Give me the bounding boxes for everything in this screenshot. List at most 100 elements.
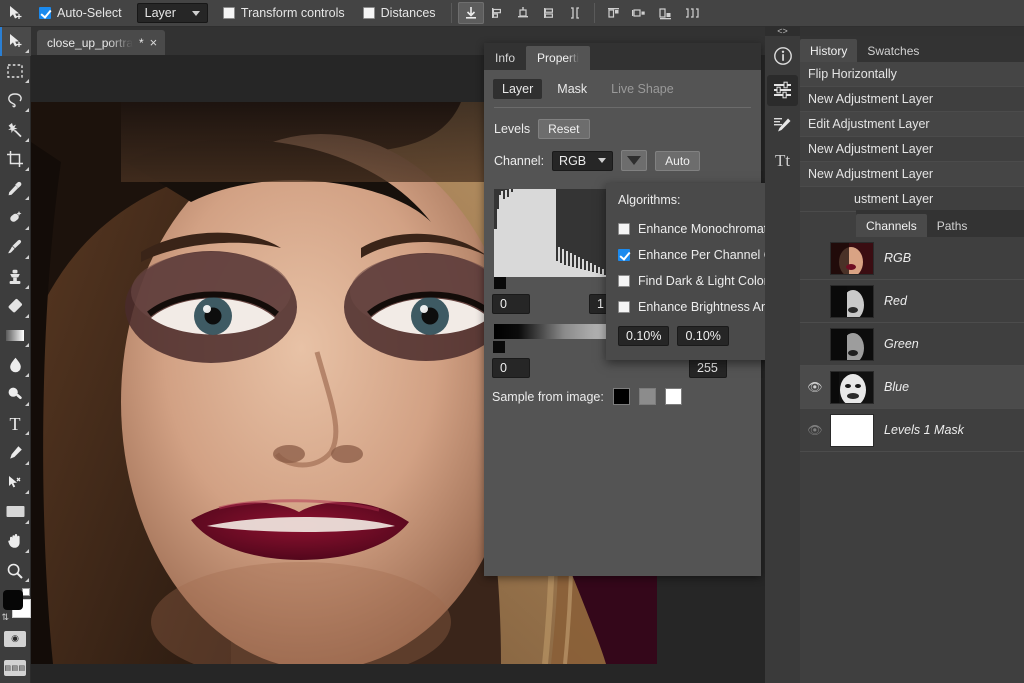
layer-scope-select[interactable]: Layer: [136, 3, 208, 23]
hand-tool[interactable]: [0, 527, 31, 556]
list-item[interactable]: New Adjustment Layer: [800, 162, 1024, 187]
auto-select-checkbox[interactable]: [39, 7, 51, 19]
output-white-field[interactable]: 255: [689, 358, 727, 378]
output-black-value: 0: [492, 358, 530, 378]
lasso-tool[interactable]: [0, 86, 31, 115]
move-tool-icon[interactable]: [0, 0, 30, 27]
align-top-edges-icon[interactable]: [457, 2, 484, 24]
auto-button[interactable]: Auto: [655, 150, 700, 171]
gradient-tool[interactable]: [0, 321, 31, 350]
input-black-field[interactable]: 0: [492, 294, 530, 314]
move-tool[interactable]: [0, 27, 31, 57]
visibility-toggle[interactable]: 👁: [800, 423, 830, 437]
visibility-toggle[interactable]: 👁: [800, 380, 830, 394]
shadow-clip-field[interactable]: 0.10%: [618, 326, 670, 346]
enhance-brightness-contrast-checkbox[interactable]: [618, 301, 630, 313]
distribute-bottom-icon[interactable]: [653, 2, 679, 24]
table-row[interactable]: RGB: [800, 237, 1024, 280]
input-black-stop[interactable]: [494, 277, 506, 289]
close-icon[interactable]: ×: [150, 36, 158, 49]
table-row[interactable]: 👁 Levels 1 Mask: [800, 409, 1024, 452]
sample-gray-point-swatch[interactable]: [638, 388, 656, 405]
distances-checkbox[interactable]: [362, 7, 375, 19]
properties-sub-tabs: Layer Mask Live Shape: [484, 70, 761, 99]
sub-tab-mask[interactable]: Mask: [548, 79, 596, 99]
rectangle-tool[interactable]: [0, 497, 31, 526]
options-bar: Auto-Select Layer Transform controls Dis…: [0, 0, 1024, 27]
zoom-tool[interactable]: [0, 556, 31, 585]
output-black-stop[interactable]: [493, 341, 505, 353]
list-item[interactable]: ustment Layer: [800, 187, 1024, 212]
list-item[interactable]: Flip Horizontally: [800, 62, 1024, 87]
distribute-horizontal-icon[interactable]: [562, 2, 588, 24]
info-icon[interactable]: [767, 40, 798, 71]
foreground-color-swatch[interactable]: [2, 590, 23, 611]
eyedropper-tool[interactable]: [0, 174, 31, 203]
highlight-clip-field[interactable]: 0.10%: [677, 326, 729, 346]
default-colors-icon[interactable]: [21, 588, 30, 597]
align-bottom-edges-icon[interactable]: [510, 2, 536, 24]
clone-stamp-tool[interactable]: [0, 262, 31, 291]
document-tab[interactable]: close_up_portra * ×: [37, 30, 166, 55]
distribute-vertical-centers-icon[interactable]: [627, 2, 653, 24]
distribute-top-icon[interactable]: [601, 2, 627, 24]
output-black-field[interactable]: 0: [492, 358, 530, 378]
properties-divider: [494, 107, 751, 108]
brush-tool[interactable]: [0, 233, 31, 262]
align-left-edges-icon[interactable]: [536, 2, 562, 24]
enhance-monochromatic-contrast-checkbox[interactable]: [618, 223, 630, 235]
healing-brush-tool[interactable]: [0, 203, 31, 232]
tab-channels[interactable]: Channels: [856, 214, 927, 237]
channels-list[interactable]: RGB Red Green 👁 Blue 👁 Levels 1 Mask: [800, 237, 1024, 477]
panel-collapse-handle[interactable]: <>: [765, 26, 800, 36]
chevron-down-icon: [191, 10, 200, 16]
history-item-label: ustment Layer: [854, 192, 934, 206]
swap-colors-icon[interactable]: ⇅: [2, 612, 10, 623]
transform-controls-checkbox[interactable]: [222, 7, 235, 19]
distribute-spacing-icon[interactable]: [679, 2, 705, 24]
history-list[interactable]: Flip Horizontally New Adjustment Layer E…: [800, 62, 1024, 212]
brush-settings-icon[interactable]: [767, 110, 798, 141]
eraser-tool[interactable]: [0, 292, 31, 321]
adjustments-sliders-icon[interactable]: [767, 75, 798, 106]
tab-history[interactable]: History: [800, 39, 858, 62]
align-vertical-centers-icon[interactable]: [484, 2, 510, 24]
list-item[interactable]: New Adjustment Layer: [800, 137, 1024, 162]
output-gradient-bar[interactable]: [494, 324, 607, 339]
layer-scope-value: Layer: [144, 6, 176, 20]
enhance-per-channel-contrast-checkbox[interactable]: [618, 249, 630, 261]
tab-swatches[interactable]: Swatches: [857, 39, 929, 62]
path-selection-tool[interactable]: [0, 468, 31, 497]
table-row[interactable]: Red: [800, 280, 1024, 323]
auto-select-option[interactable]: Auto-Select: [30, 0, 131, 27]
sample-white-point-swatch[interactable]: [664, 388, 682, 405]
auto-options-button[interactable]: [621, 150, 648, 171]
tab-paths[interactable]: Paths: [927, 214, 978, 237]
sub-tab-live-shape[interactable]: Live Shape: [602, 79, 683, 99]
sample-black-point-swatch[interactable]: [612, 388, 630, 405]
channel-select[interactable]: RGB: [552, 150, 614, 171]
color-swatches[interactable]: ⇅: [0, 587, 31, 624]
pen-tool[interactable]: [0, 438, 31, 467]
distances-option[interactable]: Distances: [354, 0, 445, 27]
character-type-icon[interactable]: Tt: [767, 145, 798, 176]
find-dark-light-colors-checkbox[interactable]: [618, 275, 630, 287]
sub-tab-layer[interactable]: Layer: [493, 79, 543, 99]
blur-tool[interactable]: [0, 350, 31, 379]
table-row[interactable]: Green: [800, 323, 1024, 366]
keyboard-shortcuts-button[interactable]: ▤▤▤: [0, 654, 31, 683]
type-tool[interactable]: T: [0, 409, 31, 438]
dodge-tool[interactable]: [0, 380, 31, 409]
crop-tool[interactable]: [0, 145, 31, 174]
screen-mode-button[interactable]: ◉: [0, 624, 31, 653]
tab-info[interactable]: Info: [484, 46, 526, 70]
table-row[interactable]: 👁 Blue: [800, 366, 1024, 409]
tab-properties[interactable]: Properti: [526, 46, 591, 70]
magic-wand-tool[interactable]: [0, 115, 31, 144]
transform-controls-option[interactable]: Transform controls: [214, 0, 354, 27]
rectangular-marquee-tool[interactable]: [0, 56, 31, 85]
reset-button[interactable]: Reset: [538, 119, 590, 139]
list-item[interactable]: New Adjustment Layer: [800, 87, 1024, 112]
list-item[interactable]: Edit Adjustment Layer: [800, 112, 1024, 137]
channel-label: Levels 1 Mask: [884, 423, 964, 437]
